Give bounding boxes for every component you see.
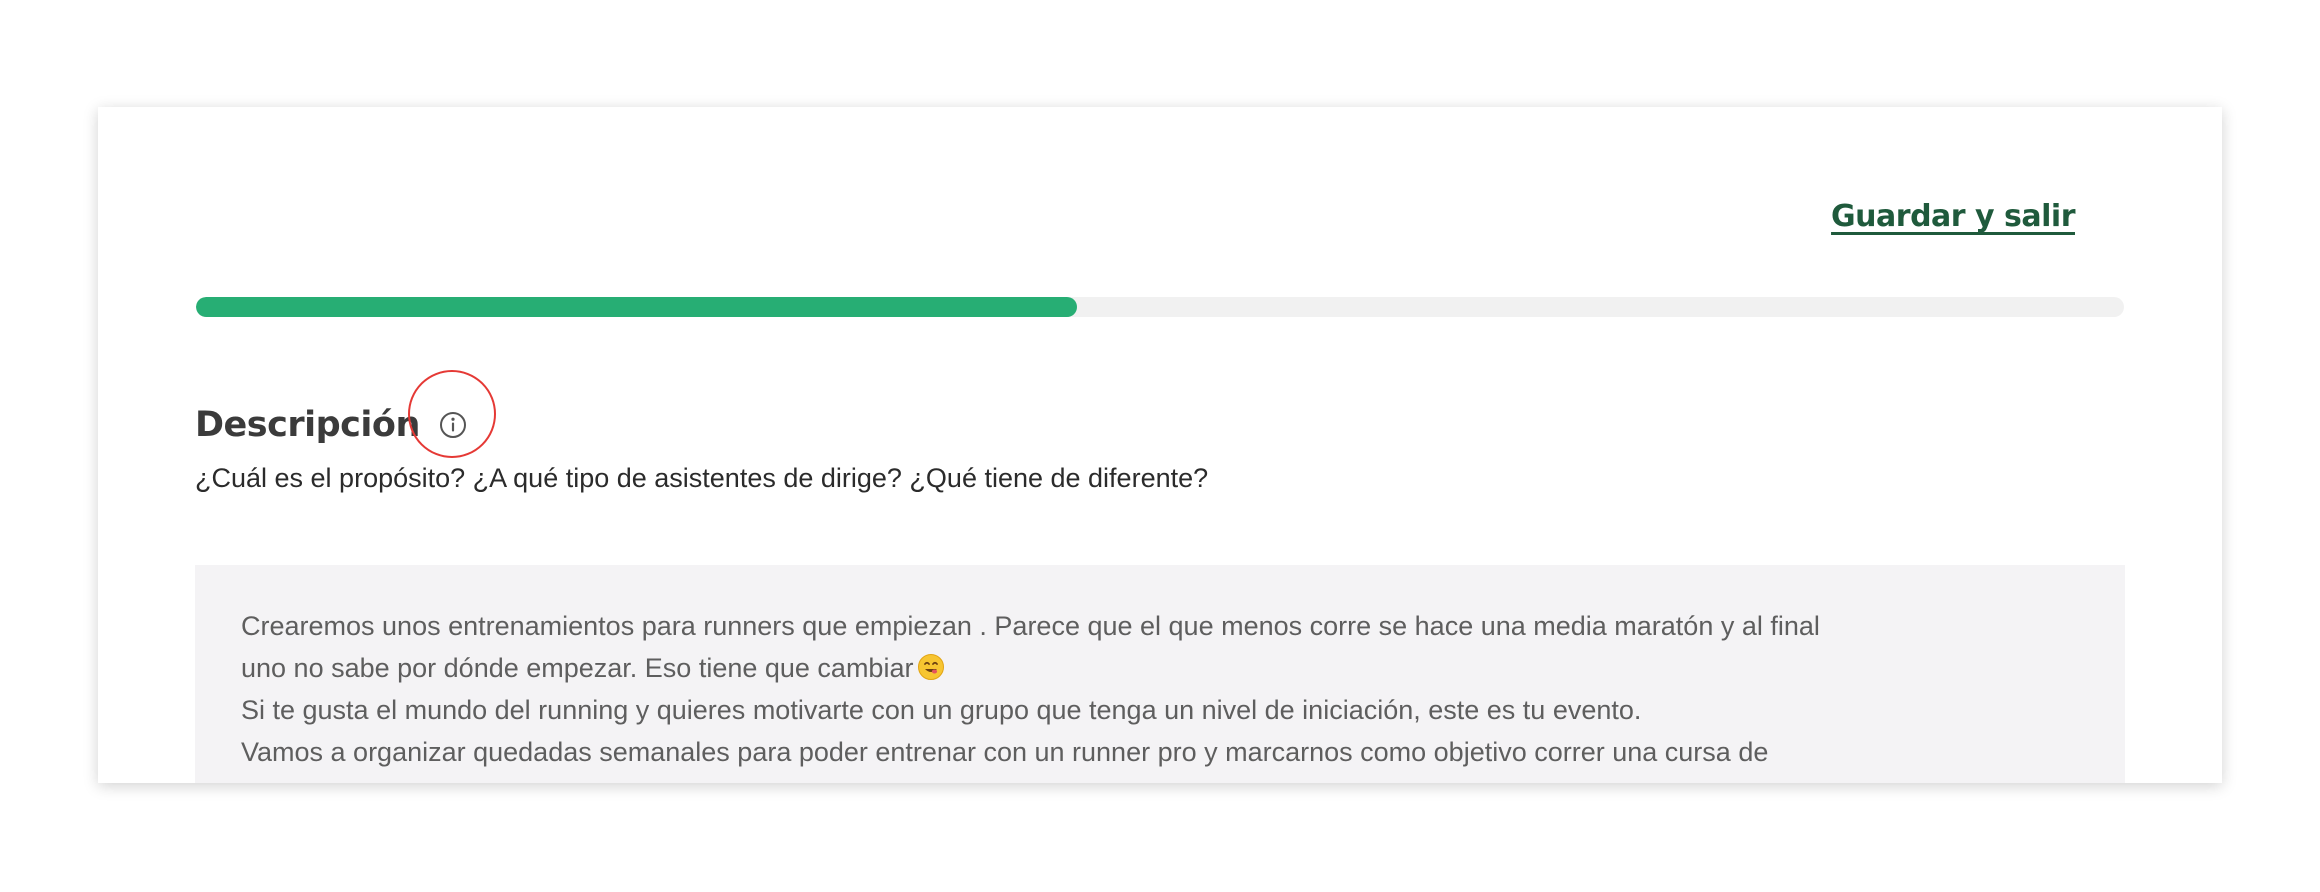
description-line: uno no sabe por dónde empezar. Eso tiene… <box>241 647 2079 689</box>
description-textarea[interactable]: Crearemos unos entrenamientos para runne… <box>195 565 2125 783</box>
description-line: Crearemos unos entrenamientos para runne… <box>241 611 1820 641</box>
face-savoring-food-emoji-icon <box>918 654 945 680</box>
description-line: Vamos a organizar quedadas semanales par… <box>241 737 1769 767</box>
description-line-text: uno no sabe por dónde empezar. Eso tiene… <box>241 653 914 683</box>
section-title: Descripción <box>195 405 420 445</box>
section-header: Descripción <box>195 370 496 458</box>
progress-bar <box>196 297 2124 317</box>
highlight-annotation-circle <box>407 370 496 458</box>
section-subtitle: ¿Cuál es el propósito? ¿A qué tipo de as… <box>195 463 1209 493</box>
save-and-exit-link[interactable]: Guardar y salir <box>1831 199 2075 234</box>
info-button[interactable] <box>407 370 496 458</box>
description-line: Si te gusta el mundo del running y quier… <box>241 695 1642 725</box>
progress-bar-fill <box>196 297 1078 317</box>
event-form-card: Guardar y salir Descripción ¿Cuál es el … <box>98 107 2222 783</box>
